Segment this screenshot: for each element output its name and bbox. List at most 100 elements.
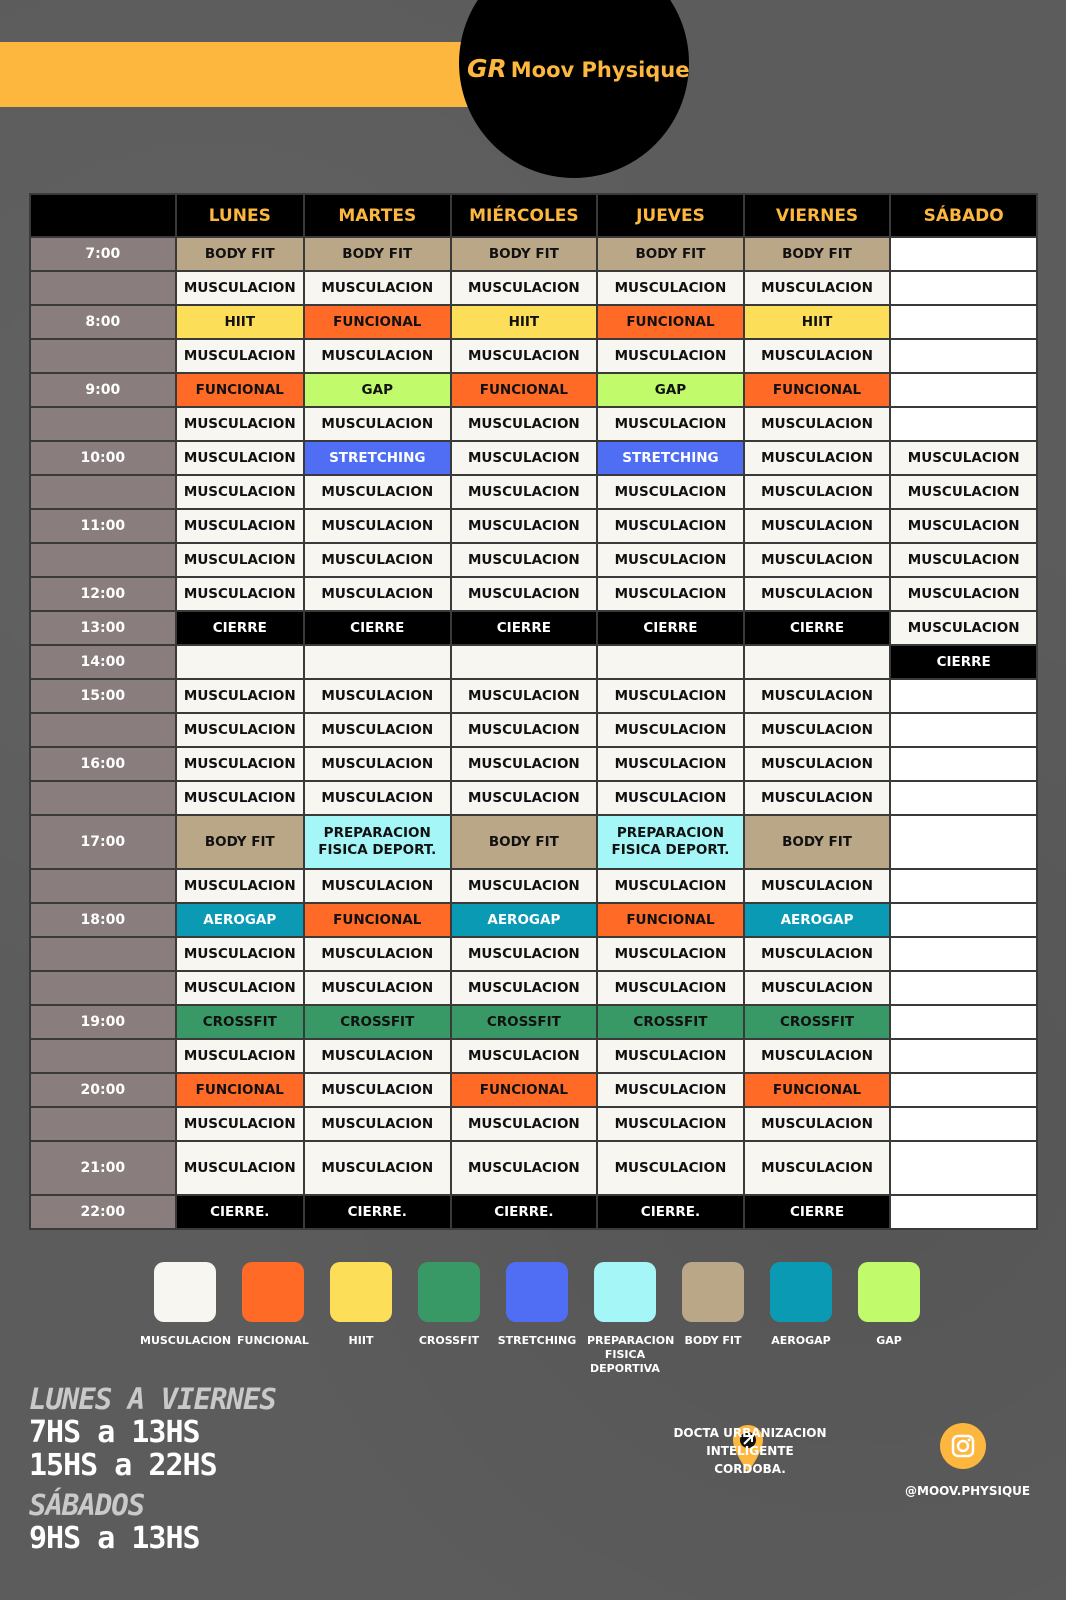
time-cell [29, 936, 177, 972]
class-cell: MUSCULACION [174, 270, 305, 306]
legend-label: GAP [876, 1334, 902, 1347]
class-cell: MUSCULACION [889, 474, 1038, 510]
time-cell: 22:00 [29, 1194, 177, 1230]
schedule-row: 8:00 HIIT FUNCIONAL HIIT FUNCIONAL HIIT [29, 304, 1038, 340]
logo-name: Moov Physique [510, 58, 690, 82]
class-cell: MUSCULACION [742, 868, 892, 904]
class-cell: MUSCULACION [174, 474, 305, 510]
class-cell: CIERRE. [596, 1194, 745, 1230]
legend-swatch [858, 1262, 920, 1322]
legend-item-hiit: HIIT [316, 1262, 406, 1348]
class-cell: MUSCULACION [596, 1140, 745, 1196]
schedule-row: MUSCULACION MUSCULACION MUSCULACION MUSCULA… [29, 406, 1038, 442]
class-cell: MUSCULACION [174, 780, 305, 816]
class-cell: PREPARACION FISICA DEPORT. [596, 814, 745, 870]
schedule-row: 16:00 MUSCULACION MUSCULACION MUSCULACION MU… [29, 746, 1038, 782]
time-cell [29, 712, 177, 748]
day-header-miercoles: MIÉRCOLES [449, 193, 599, 238]
class-cell: MUSCULACION [449, 338, 599, 374]
class-cell: FUNCIONAL [174, 372, 305, 408]
class-cell: MUSCULACION [889, 542, 1038, 578]
time-cell: 15:00 [29, 678, 177, 714]
class-cell: MUSCULACION [449, 440, 599, 476]
class-cell: MUSCULACION [449, 406, 599, 442]
class-cell: MUSCULACION [449, 712, 599, 748]
class-cell: MUSCULACION [302, 970, 452, 1006]
class-cell: MUSCULACION [302, 474, 452, 510]
time-cell: 18:00 [29, 902, 177, 938]
legend-label: AEROGAP [771, 1334, 831, 1347]
class-cell: MUSCULACION [302, 678, 452, 714]
class-cell: BODY FIT [449, 236, 599, 272]
class-cell: MUSCULACION [742, 576, 892, 612]
class-cell: MUSCULACION [174, 746, 305, 782]
legend-swatch [506, 1262, 568, 1322]
class-cell: BODY FIT [174, 236, 305, 272]
class-cell [889, 372, 1038, 408]
class-cell: MUSCULACION [449, 508, 599, 544]
schedule-row: 13:00 CIERRE CIERRE CIERRE CIERRE CIERRE MUSCU… [29, 610, 1038, 646]
class-cell: AEROGAP [742, 902, 892, 938]
class-cell: MUSCULACION [174, 508, 305, 544]
class-cell: MUSCULACION [742, 406, 892, 442]
class-cell: MUSCULACION [302, 270, 452, 306]
class-cell: MUSCULACION [174, 542, 305, 578]
class-cell: CROSSFIT [174, 1004, 305, 1040]
schedule-row: MUSCULACION MUSCULACION MUSCULACION MUSCULA… [29, 474, 1038, 510]
class-cell: MUSCULACION [742, 440, 892, 476]
class-cell: MUSCULACION [596, 270, 745, 306]
class-cell [889, 902, 1038, 938]
class-cell: FUNCIONAL [449, 372, 599, 408]
class-cell: MUSCULACION [174, 406, 305, 442]
class-cell: MUSCULACION [174, 1038, 305, 1074]
class-cell: MUSCULACION [889, 610, 1038, 646]
class-cell: CIERRE. [174, 1194, 305, 1230]
class-cell: MUSCULACION [449, 970, 599, 1006]
time-cell: 10:00 [29, 440, 177, 476]
class-cell: BODY FIT [742, 236, 892, 272]
legend-item-funcional: FUNCIONAL [228, 1262, 318, 1348]
class-cell: MUSCULACION [742, 508, 892, 544]
class-cell: MUSCULACION [889, 508, 1038, 544]
class-cell: MUSCULACION [742, 270, 892, 306]
class-cell: MUSCULACION [174, 868, 305, 904]
class-cell: BODY FIT [174, 814, 305, 870]
schedule-row: 17:00 BODY FIT PREPARACION FISICA DEPORT. B… [29, 814, 1038, 870]
class-cell: AEROGAP [174, 902, 305, 938]
day-header-lunes: LUNES [174, 193, 305, 238]
instagram-handle[interactable]: @MOOV.PHYSIQUE [905, 1484, 1030, 1498]
day-header-martes: MARTES [302, 193, 452, 238]
class-cell [889, 1106, 1038, 1142]
class-cell: MUSCULACION [174, 440, 305, 476]
class-cell: FUNCIONAL [174, 1072, 305, 1108]
instagram-icon[interactable] [940, 1423, 986, 1469]
class-cell [889, 1072, 1038, 1108]
class-cell: MUSCULACION [742, 1106, 892, 1142]
class-cell: MUSCULACION [302, 576, 452, 612]
time-cell: 7:00 [29, 236, 177, 272]
legend-label: FUNCIONAL [237, 1334, 309, 1347]
schedule-row: MUSCULACION MUSCULACION MUSCULACION MUSCULA… [29, 338, 1038, 374]
class-cell: MUSCULACION [596, 868, 745, 904]
time-cell [29, 270, 177, 306]
class-cell: MUSCULACION [449, 270, 599, 306]
legend-label: CROSSFIT [418, 1334, 480, 1347]
class-cell [174, 644, 305, 680]
schedule-row: MUSCULACION MUSCULACION MUSCULACION MUSCULA… [29, 1106, 1038, 1142]
class-cell: CIERRE [449, 610, 599, 646]
class-cell: MUSCULACION [596, 338, 745, 374]
time-cell: 19:00 [29, 1004, 177, 1040]
class-cell [742, 644, 892, 680]
class-cell: MUSCULACION [449, 936, 599, 972]
class-cell: BODY FIT [596, 236, 745, 272]
class-cell: BODY FIT [302, 236, 452, 272]
class-cell: MUSCULACION [596, 1106, 745, 1142]
legend-swatch [330, 1262, 392, 1322]
class-cell [889, 936, 1038, 972]
class-cell: CIERRE [596, 610, 745, 646]
class-cell: CIERRE [742, 1194, 892, 1230]
class-cell [889, 678, 1038, 714]
time-cell: 14:00 [29, 644, 177, 680]
class-cell: MUSCULACION [302, 542, 452, 578]
legend-item-aerogap: AEROGAP [756, 1262, 846, 1348]
